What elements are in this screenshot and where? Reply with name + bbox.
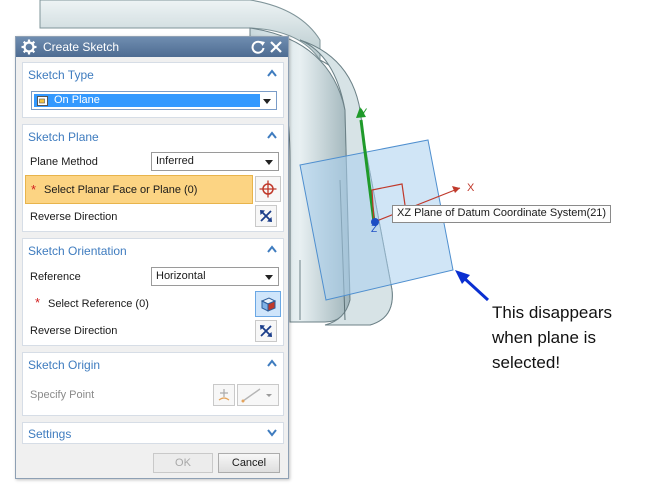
sketch-type-dropdown[interactable]: On Plane (31, 91, 277, 110)
reverse-direction-label: Reverse Direction (30, 211, 118, 223)
reverse-direction-button[interactable] (255, 205, 277, 227)
reset-icon[interactable] (250, 39, 266, 55)
axis-x-label: X (467, 182, 475, 194)
sketch-plane-section: Sketch Plane Plane Method Inferred * Sel… (22, 124, 284, 232)
ok-button[interactable]: OK (153, 453, 213, 473)
reverse-direction-icon (260, 325, 272, 337)
chevron-up-icon[interactable] (267, 245, 277, 253)
sketch-orientation-section: Sketch Orientation Reference Horizontal … (22, 238, 284, 346)
reverse-direction-label: Reverse Direction (30, 325, 118, 337)
point-icon (218, 389, 230, 401)
dropdown-arrow-icon (265, 275, 273, 280)
annotation-arrow (455, 270, 490, 302)
chevron-down-icon[interactable] (267, 429, 277, 437)
specify-point-label: Specify Point (30, 389, 95, 401)
create-sketch-dialog: Create Sketch Sketch Type On Plane Sketc… (15, 36, 289, 479)
sketch-type-value: On Plane (54, 94, 100, 106)
annotation-line-2: when plane is (492, 328, 596, 347)
plane-method-label: Plane Method (30, 156, 98, 168)
annotation-line-3: selected! (492, 353, 561, 372)
axis-z-label: Z (371, 224, 378, 235)
sketch-plane-header[interactable]: Sketch Plane (28, 130, 99, 144)
reference-label: Reference (30, 271, 81, 283)
line-point-icon (241, 388, 272, 403)
select-plane-button[interactable] (255, 176, 281, 202)
select-reference-button[interactable] (255, 291, 281, 317)
required-star-icon: * (31, 182, 37, 197)
dropdown-arrow-icon (263, 99, 271, 104)
cancel-button[interactable]: Cancel (218, 453, 280, 473)
sketch-origin-section: Sketch Origin Specify Point (22, 352, 284, 416)
sketch-orientation-header[interactable]: Sketch Orientation (28, 244, 127, 258)
reverse-direction-icon (260, 210, 272, 222)
sketch-origin-header[interactable]: Sketch Origin (28, 358, 100, 372)
point-dialog-button[interactable] (237, 384, 279, 406)
plane-tooltip: XZ Plane of Datum Coordinate System(21) (392, 205, 612, 223)
reference-value: Horizontal (156, 270, 206, 282)
crosshair-icon (259, 180, 277, 198)
face-select-icon (260, 297, 277, 312)
reference-dropdown[interactable]: Horizontal (151, 267, 279, 286)
annotation-line-1: This disappears (492, 303, 613, 322)
sketch-type-section: Sketch Type On Plane (22, 62, 284, 118)
dialog-title: Create Sketch (43, 40, 120, 54)
sketch-on-plane-icon (37, 96, 48, 106)
chevron-up-icon[interactable] (267, 131, 277, 139)
select-planar-face-row[interactable]: * Select Planar Face or Plane (0) (25, 175, 253, 204)
select-planar-face-label: Select Planar Face or Plane (0) (44, 184, 198, 196)
axis-y-label: Y (360, 107, 368, 119)
select-reference-label: Select Reference (0) (48, 298, 149, 310)
plane-method-dropdown[interactable]: Inferred (151, 152, 279, 171)
settings-section: Settings (22, 422, 284, 444)
specify-point-button[interactable] (213, 384, 235, 406)
required-star-icon: * (35, 295, 41, 310)
plane-method-value: Inferred (156, 155, 194, 167)
annotation-text: This disappears when plane is selected! (492, 300, 642, 375)
dropdown-arrow-icon (265, 160, 273, 165)
gear-icon (21, 39, 37, 55)
dialog-titlebar[interactable]: Create Sketch (16, 37, 288, 57)
sketch-type-header[interactable]: Sketch Type (28, 68, 94, 82)
reverse-direction-button[interactable] (255, 320, 277, 342)
chevron-up-icon[interactable] (267, 69, 277, 77)
close-icon[interactable] (268, 39, 284, 55)
chevron-up-icon[interactable] (267, 359, 277, 367)
settings-header[interactable]: Settings (28, 427, 71, 441)
